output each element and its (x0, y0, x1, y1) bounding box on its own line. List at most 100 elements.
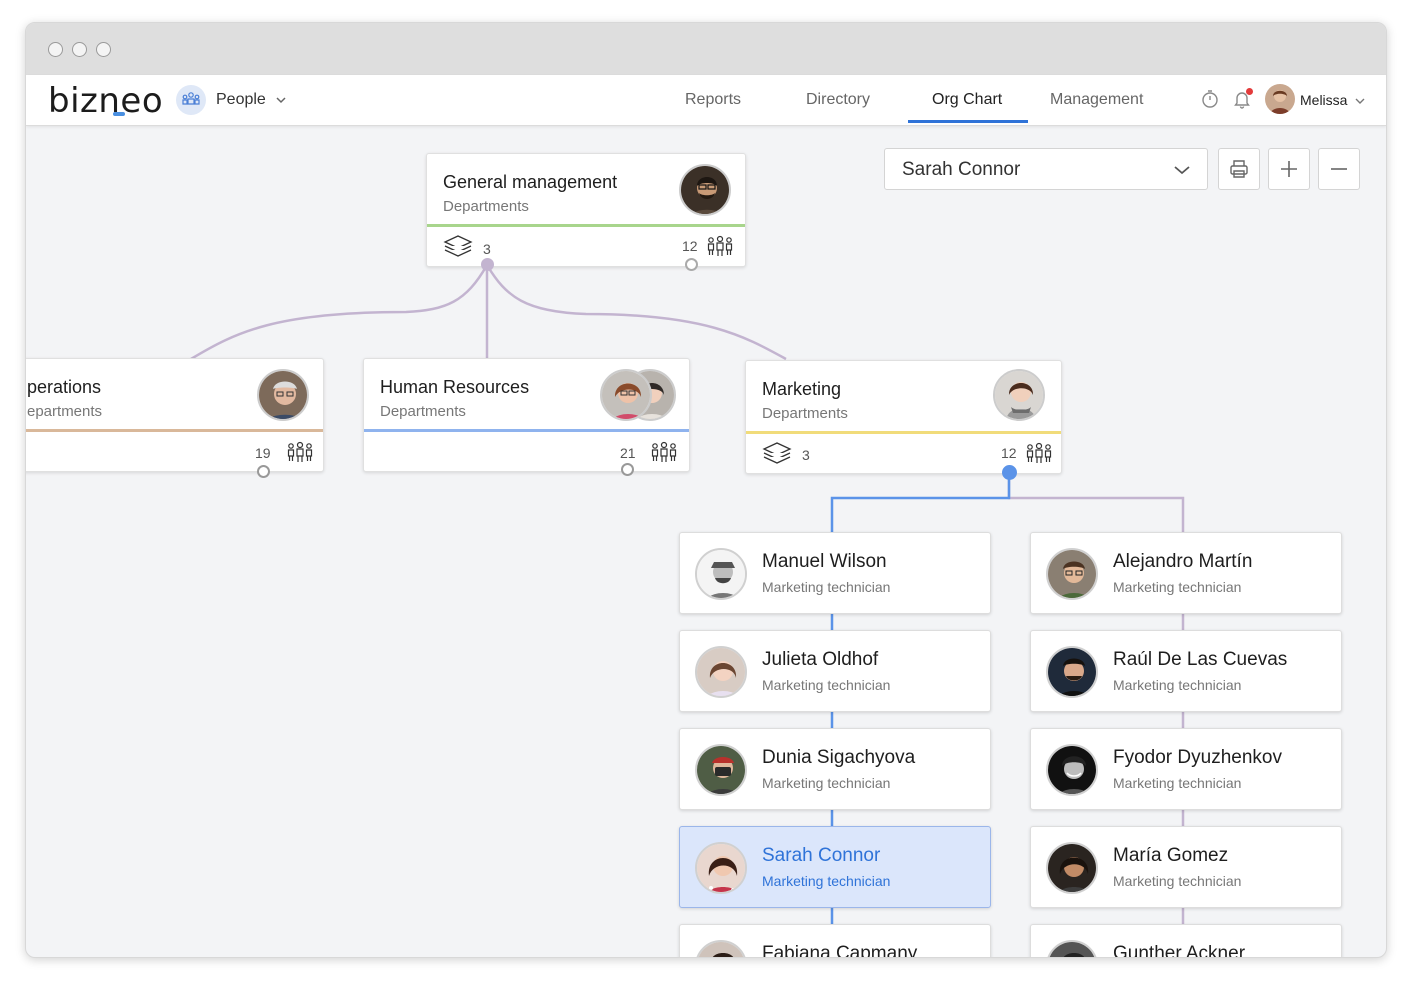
expand-node[interactable] (685, 258, 698, 271)
browser-window: bizneo People Reports Directory Org Char… (25, 22, 1387, 958)
dept-manager-avatar (679, 164, 731, 216)
nav-org-chart[interactable]: Org Chart (932, 91, 1002, 109)
person-name: María Gomez (1113, 845, 1229, 866)
active-tab-indicator (908, 120, 1028, 123)
person-card[interactable]: Fabiana Capmany (679, 924, 991, 958)
dept-subtitle: epartments (27, 403, 103, 420)
person-card[interactable]: Raúl De Las Cuevas Marketing technician (1030, 630, 1342, 712)
nav-directory[interactable]: Directory (806, 91, 870, 109)
window-titlebar (26, 23, 1386, 75)
people-count: 12 (682, 238, 698, 254)
person-role: Marketing technician (1113, 677, 1242, 693)
person-card[interactable]: María Gomez Marketing technician (1030, 826, 1342, 908)
person-avatar (695, 842, 747, 894)
dept-manager-avatar (257, 369, 309, 421)
sub-department-count: 3 (483, 241, 491, 257)
top-navbar: bizneo People Reports Directory Org Char… (26, 75, 1386, 126)
nav-reports[interactable]: Reports (685, 91, 741, 109)
chevron-down-icon (1174, 166, 1190, 175)
dept-color-bar (746, 431, 1061, 434)
person-name: Alejandro Martín (1113, 551, 1253, 572)
person-avatar (1046, 744, 1098, 796)
person-card[interactable]: Julieta Oldhof Marketing technician (679, 630, 991, 712)
person-name: Julieta Oldhof (762, 649, 879, 670)
people-count: 21 (620, 445, 636, 461)
person-card[interactable]: Dunia Sigachyova Marketing technician (679, 728, 991, 810)
person-role: Marketing technician (1113, 775, 1242, 791)
dept-card-human-resources[interactable]: Human Resources Departments 21 (363, 358, 690, 472)
dept-card-marketing[interactable]: Marketing Departments 3 12 (745, 360, 1062, 474)
person-name: Raúl De Las Cuevas (1113, 649, 1288, 670)
person-name: Fabiana Capmany (762, 943, 918, 958)
person-card[interactable]: Alejandro Martín Marketing technician (1030, 532, 1342, 614)
person-avatar (1046, 842, 1098, 894)
nav-management[interactable]: Management (1050, 91, 1143, 109)
print-button[interactable] (1218, 148, 1260, 190)
module-selector[interactable]: People (176, 84, 288, 116)
dept-title: perations (27, 377, 102, 397)
people-group-icon (651, 441, 677, 462)
expand-node[interactable] (621, 463, 634, 476)
user-avatar[interactable] (1265, 84, 1295, 114)
person-name: Manuel Wilson (762, 551, 887, 572)
layers-icon (762, 442, 792, 464)
timer-icon[interactable] (1200, 89, 1220, 109)
expand-node[interactable] (481, 258, 494, 271)
module-label: People (216, 91, 266, 108)
person-role: Marketing technician (1113, 579, 1242, 595)
person-avatar (695, 744, 747, 796)
people-module-icon (176, 85, 206, 115)
person-card-selected[interactable]: Sarah Connor Marketing technician (679, 826, 991, 908)
org-chart-canvas[interactable]: General management Departments 3 12 pera… (26, 127, 1386, 958)
collapse-node[interactable] (1002, 465, 1017, 480)
bizneo-logo[interactable]: bizneo (48, 81, 163, 121)
notification-badge (1246, 88, 1253, 95)
people-count: 12 (1001, 445, 1017, 461)
person-avatar (695, 940, 747, 957)
employee-search-value: Sarah Connor (902, 159, 1021, 180)
dept-card-operations[interactable]: perations epartments 19 (26, 358, 324, 472)
person-card[interactable]: Gunther Ackner (1030, 924, 1342, 958)
logo-accent (113, 112, 125, 116)
close-window-button[interactable] (48, 42, 63, 57)
minus-icon (1331, 168, 1347, 170)
person-avatar (1046, 646, 1098, 698)
user-name[interactable]: Melissa (1300, 92, 1347, 108)
dept-color-bar (364, 429, 689, 432)
dept-manager-avatar (600, 369, 652, 421)
person-role: Marketing technician (762, 579, 891, 595)
person-name: Dunia Sigachyova (762, 747, 916, 768)
dept-subtitle: Departments (380, 403, 466, 420)
dept-manager-avatar (993, 369, 1045, 421)
person-avatar (1046, 548, 1098, 600)
dept-title: Marketing (762, 379, 842, 399)
person-name: Gunther Ackner (1113, 943, 1246, 958)
expand-node[interactable] (257, 465, 270, 478)
dept-subtitle: Departments (762, 405, 848, 422)
dept-card-general-management[interactable]: General management Departments 3 12 (426, 153, 746, 267)
zoom-out-button[interactable] (1318, 148, 1360, 190)
plus-icon (1281, 161, 1297, 177)
person-name: Sarah Connor (762, 845, 881, 866)
minimize-window-button[interactable] (72, 42, 87, 57)
employee-search-select[interactable]: Sarah Connor (884, 148, 1208, 190)
printer-icon (1230, 160, 1248, 178)
chevron-down-icon (276, 97, 286, 104)
person-avatar (1046, 940, 1098, 957)
maximize-window-button[interactable] (96, 42, 111, 57)
people-count: 19 (255, 445, 271, 461)
person-name: Fyodor Dyuzhenkov (1113, 747, 1282, 768)
zoom-in-button[interactable] (1268, 148, 1310, 190)
dept-color-bar (427, 224, 745, 227)
person-avatar (695, 548, 747, 600)
chevron-down-icon[interactable] (1354, 95, 1366, 107)
people-group-icon (1026, 442, 1052, 463)
layers-icon (443, 235, 473, 257)
dept-title: Human Resources (380, 377, 530, 397)
people-group-icon (287, 441, 313, 462)
person-card[interactable]: Fyodor Dyuzhenkov Marketing technician (1030, 728, 1342, 810)
dept-color-bar (26, 429, 323, 432)
person-card[interactable]: Manuel Wilson Marketing technician (679, 532, 991, 614)
people-group-icon (707, 235, 733, 256)
person-role: Marketing technician (1113, 873, 1242, 889)
